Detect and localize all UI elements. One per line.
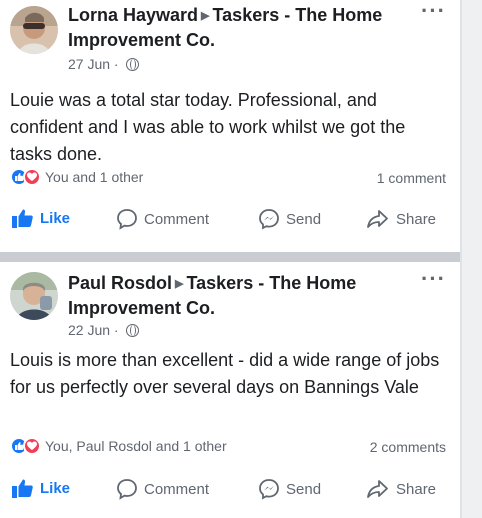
avatar[interactable]	[10, 6, 58, 54]
action-bar: Like Comment Send Share	[0, 478, 460, 508]
reactions-text: You and 1 other	[45, 169, 144, 185]
comment-label: Comment	[144, 480, 210, 498]
post-body: Louis is more than excellent - did a wid…	[10, 350, 440, 397]
thumbs-up-icon	[12, 209, 33, 228]
author-name[interactable]: Lorna Hayward	[68, 5, 198, 25]
post-meta: 22 Jun ·	[68, 322, 139, 338]
more-options-icon[interactable]: ···	[421, 0, 446, 22]
avatar-photo	[10, 272, 58, 320]
post-date[interactable]: 22 Jun	[68, 322, 110, 338]
send-button[interactable]: Send	[258, 478, 321, 500]
like-label: Like	[40, 209, 71, 227]
more-options-icon[interactable]: ···	[421, 268, 446, 290]
share-button[interactable]: Share	[366, 478, 436, 500]
post-date[interactable]: 27 Jun	[68, 56, 110, 72]
send-label: Send	[286, 480, 322, 498]
avatar-photo	[10, 6, 58, 54]
strip-edge	[460, 0, 462, 518]
reactions-text: You, Paul Rosdol and 1 other	[45, 438, 227, 454]
comments-count[interactable]: 2 comments	[370, 439, 446, 455]
messenger-icon	[259, 209, 279, 230]
post-header: Paul Rosdol ▶ Taskers - The Home Improveme…	[68, 271, 418, 320]
share-arrow-icon	[367, 210, 388, 228]
send-button[interactable]: Send	[258, 208, 321, 230]
like-button[interactable]: Like	[12, 208, 70, 228]
share-label: Share	[396, 210, 437, 228]
author-name[interactable]: Paul Rosdol	[68, 273, 172, 293]
action-bar: Like Comment Send Share	[0, 208, 460, 238]
share-arrow-icon	[367, 480, 388, 498]
speech-bubble-icon	[117, 479, 137, 500]
globe-icon	[125, 58, 139, 71]
reactions-summary[interactable]: You, Paul Rosdol and 1 other	[10, 437, 227, 455]
post-card: Lorna Hayward ▶ Taskers - The Home Improve…	[0, 0, 460, 252]
comments-count[interactable]: 1 comment	[377, 170, 446, 186]
share-label: Share	[396, 480, 437, 498]
thumbs-up-icon	[12, 479, 33, 498]
comment-button[interactable]: Comment	[116, 478, 209, 500]
avatar[interactable]	[10, 272, 58, 320]
post-card: Paul Rosdol ▶ Taskers - The Home Improveme…	[0, 262, 460, 518]
globe-icon	[125, 324, 139, 337]
triangle-right-icon: ▶	[201, 10, 210, 22]
reactions-summary[interactable]: You and 1 other	[10, 168, 143, 186]
messenger-icon	[259, 479, 279, 500]
send-label: Send	[286, 210, 322, 228]
page-background-strip	[460, 0, 482, 518]
share-button[interactable]: Share	[366, 208, 436, 230]
like-label: Like	[40, 479, 71, 497]
speech-bubble-icon	[117, 209, 137, 230]
comment-button[interactable]: Comment	[116, 208, 209, 230]
post-body: Louie was a total star today. Profession…	[10, 90, 406, 164]
triangle-right-icon: ▶	[175, 278, 184, 290]
comment-label: Comment	[144, 210, 210, 228]
post-header: Lorna Hayward ▶ Taskers - The Home Improve…	[68, 3, 418, 52]
heart-icon	[23, 437, 41, 455]
post-meta: 27 Jun ·	[68, 56, 139, 72]
post-divider	[0, 252, 460, 262]
heart-icon	[23, 168, 41, 186]
like-button[interactable]: Like	[12, 478, 70, 498]
